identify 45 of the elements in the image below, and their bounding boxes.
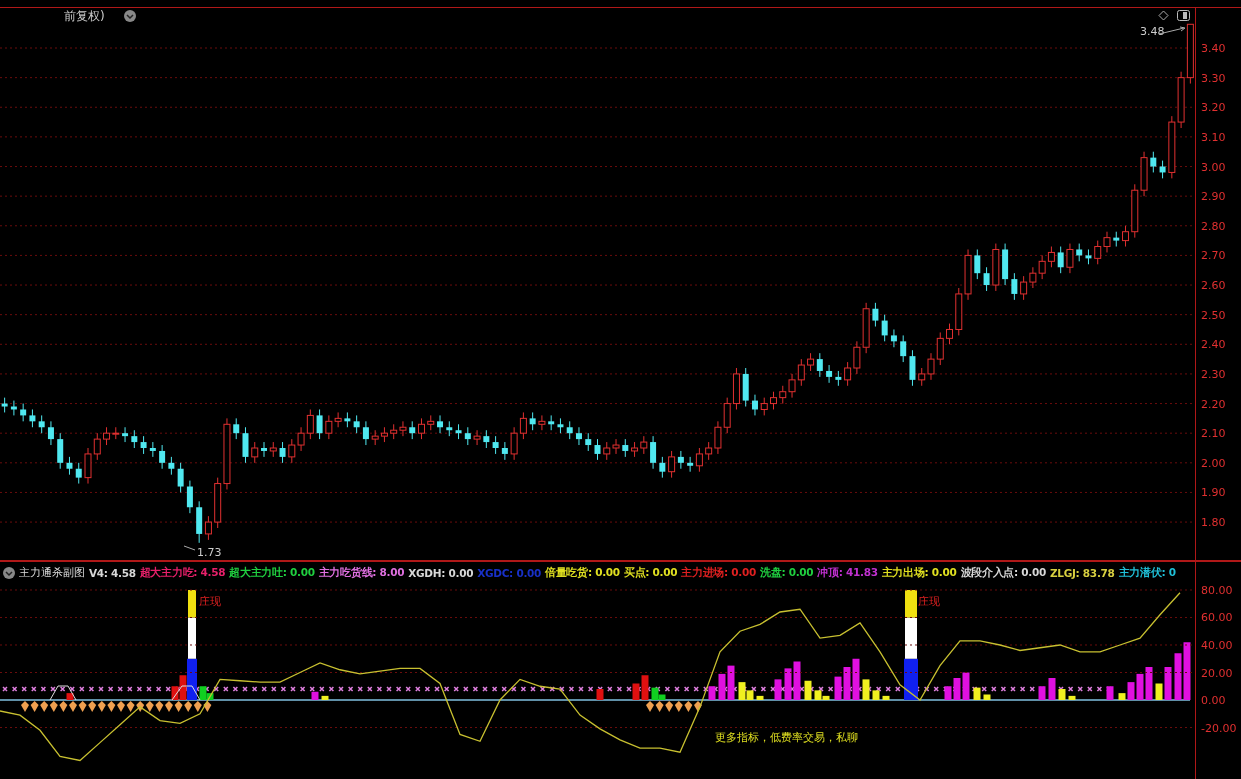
axis-label: 1.80 — [1201, 516, 1226, 530]
axis-label: 60.00 — [1201, 611, 1233, 625]
marker-label: 庄现 — [199, 594, 221, 609]
axis-label: 0.00 — [1201, 694, 1226, 707]
legend-item: 波段介入点: 0.00 — [960, 565, 1046, 580]
axis-label: 80.00 — [1201, 584, 1233, 597]
legend-item: ZLGJ: 83.78 — [1050, 566, 1115, 579]
axis-label: 3.00 — [1201, 160, 1226, 174]
legend-item: 冲顶: 41.83 — [817, 565, 878, 580]
legend-item: 倍量吃货: 0.00 — [545, 565, 620, 580]
axis-label: 1.90 — [1201, 486, 1226, 500]
chart-title: 前复权) — [64, 8, 105, 25]
legend-item: 主力进场: 0.00 — [681, 565, 756, 580]
legend-item: 超大主力吃: 4.58 — [139, 565, 226, 580]
axis-label: 3.10 — [1201, 130, 1226, 144]
axis-label: 20.00 — [1201, 666, 1233, 680]
legend-item: 买点: 0.00 — [623, 565, 678, 580]
axis-label: 2.40 — [1201, 338, 1226, 352]
axis-label: 2.80 — [1201, 219, 1226, 233]
legend-item: V4: 4.58 — [89, 566, 136, 579]
marker-label: 庄现 — [918, 594, 940, 609]
legend-item: XGDC: 0.00 — [477, 566, 542, 579]
axis-label: 2.50 — [1201, 308, 1226, 322]
axis-label: 2.70 — [1201, 249, 1226, 263]
legend-item: 主力出场: 0.00 — [881, 565, 957, 580]
axis-label: 2.60 — [1201, 279, 1226, 293]
legend-item: 洗盘: 0.00 — [760, 565, 814, 580]
legend-item: 主力吃货线: 8.00 — [318, 565, 405, 580]
axis-label: 2.20 — [1201, 397, 1226, 411]
legend-item: 超大主力吐: 0.00 — [229, 565, 315, 580]
legend-item: XGDH: 0.00 — [408, 566, 474, 579]
axis-label: 3.40 — [1201, 42, 1226, 55]
axis-label: -20.00 — [1201, 721, 1237, 735]
axis-label: 40.00 — [1201, 639, 1233, 652]
axis-label: 3.20 — [1201, 101, 1226, 115]
low-price-label: 1.73 — [197, 546, 222, 559]
axis-label: 2.00 — [1201, 456, 1226, 470]
axis-label: 2.90 — [1201, 190, 1226, 204]
axis-label: 2.10 — [1201, 427, 1226, 441]
promo-text: 更多指标，低费率交易，私聊 — [715, 730, 858, 745]
indicator-title: 主力通杀副图 — [19, 565, 85, 580]
axis-label: 3.30 — [1201, 71, 1226, 85]
high-price-label: 3.48 — [1140, 25, 1165, 38]
legend-item: 主力潜伏: 0 — [1118, 565, 1176, 580]
axis-label: 2.30 — [1201, 367, 1226, 381]
